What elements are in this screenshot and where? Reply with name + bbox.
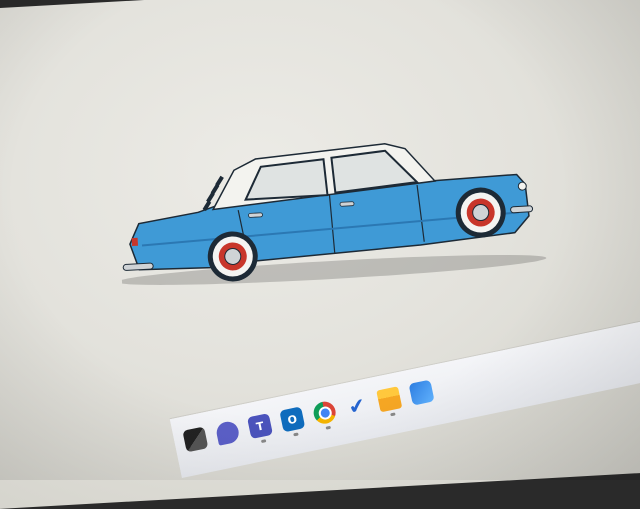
desktop-screen: T O ✔: [0, 0, 640, 509]
outlook-icon[interactable]: O: [279, 406, 306, 437]
teams-icon[interactable]: T: [247, 413, 274, 444]
chrome-icon[interactable]: [311, 399, 338, 430]
rear-bumper: [122, 262, 154, 271]
front-bumper: [510, 205, 534, 214]
taskbar: T O ✔: [169, 313, 640, 478]
running-indicator: [293, 432, 299, 437]
task-view-icon[interactable]: [182, 426, 209, 453]
chat-icon[interactable]: [214, 419, 241, 446]
taillight: [131, 237, 139, 247]
door-handle-front: [339, 201, 355, 207]
door-handle-rear: [248, 212, 263, 218]
running-indicator: [325, 425, 332, 430]
todo-icon[interactable]: ✔: [344, 393, 370, 420]
folder-icon[interactable]: [376, 386, 403, 417]
taskbar-pinned-apps: T O ✔: [182, 376, 436, 457]
running-indicator: [390, 412, 396, 417]
running-indicator: [260, 439, 267, 444]
app-icon[interactable]: [408, 379, 435, 406]
car-illustration: [117, 143, 547, 285]
headlight: [517, 181, 527, 191]
